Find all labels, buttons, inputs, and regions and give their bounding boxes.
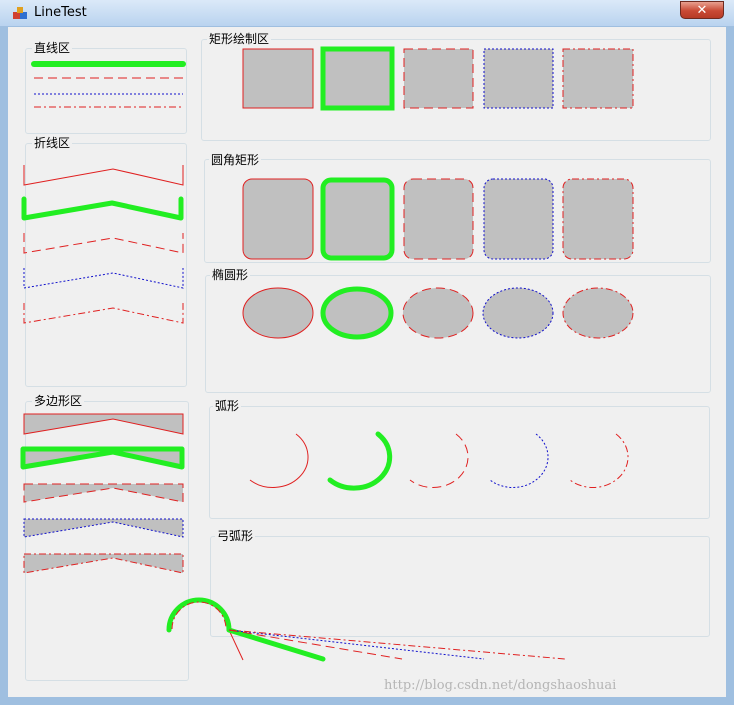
ellipse-dot xyxy=(482,287,554,339)
rect-thick xyxy=(320,46,395,111)
ellipse-solid xyxy=(242,287,314,339)
rect-solid xyxy=(242,48,314,109)
roundrect-dot xyxy=(483,178,554,260)
roundrect-dashdot xyxy=(562,178,634,260)
polygon-dash xyxy=(23,483,184,503)
ellipse-thick xyxy=(320,286,394,340)
line-samples xyxy=(31,61,186,108)
watermark: http://blog.csdn.net/dongshaoshuai xyxy=(384,678,617,693)
arc-dash xyxy=(409,433,469,488)
polyline-samples xyxy=(21,165,184,324)
polyline-dot xyxy=(23,268,184,289)
app-window: LineTest ✕ 直线区 折线区 多边形区 矩形绘制区 圆角矩形 椭圆形 弧… xyxy=(0,0,734,705)
arc-samples xyxy=(249,431,629,491)
chord-line-dot xyxy=(228,629,485,660)
ellipse-dash xyxy=(402,287,474,339)
roundrect-thick xyxy=(320,177,395,261)
polyline-dash xyxy=(23,233,184,254)
polygon-thick xyxy=(20,446,185,470)
roundrect-dash xyxy=(403,178,474,260)
polygon-dot xyxy=(23,518,184,538)
rect-dash xyxy=(403,48,474,109)
polyline-dashdot xyxy=(23,303,184,324)
ellipse-samples xyxy=(242,286,634,340)
polygon-samples xyxy=(20,413,185,574)
roundrect-solid xyxy=(242,178,314,260)
rect-dashdot xyxy=(562,48,634,109)
chord-arc-thick xyxy=(166,597,232,633)
polygon-dashdot xyxy=(23,553,184,574)
arc-thick xyxy=(327,431,393,491)
rect-dot xyxy=(483,48,554,109)
chord-samples xyxy=(166,597,566,662)
drawing-canvas xyxy=(20,46,634,662)
arc-solid xyxy=(249,433,309,488)
rect-samples xyxy=(242,46,634,111)
arc-dashdot xyxy=(569,433,629,488)
polygon-solid xyxy=(23,413,184,435)
polyline-solid xyxy=(23,165,184,186)
polyline-thick xyxy=(21,196,184,221)
roundrect-samples xyxy=(242,177,634,261)
ellipse-dashdot xyxy=(562,287,634,339)
arc-dot xyxy=(489,433,549,488)
